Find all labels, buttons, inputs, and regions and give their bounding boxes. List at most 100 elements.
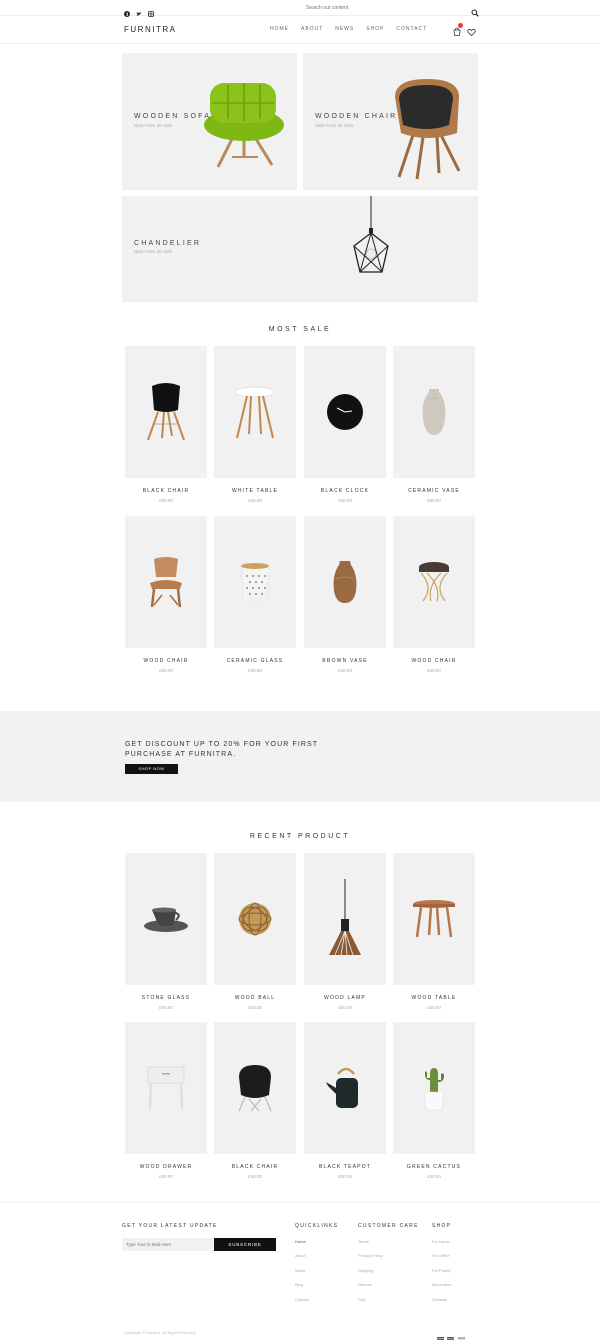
product-image[interactable] bbox=[125, 853, 207, 985]
product-card[interactable]: BLACK CHAIR £50.00 bbox=[125, 346, 207, 503]
banner-text: GET DISCOUNT UP TO 20% FOR YOUR FIRST PU… bbox=[125, 741, 319, 758]
product-image[interactable] bbox=[393, 1022, 475, 1154]
footer-link-for-home[interactable]: For Home bbox=[432, 1239, 450, 1244]
product-card[interactable]: WOOD CHAIR £50.00 bbox=[125, 516, 207, 673]
product-image[interactable] bbox=[304, 1022, 386, 1154]
nav-about[interactable]: ABOUT bbox=[301, 26, 323, 32]
search-icon[interactable] bbox=[471, 4, 479, 17]
product-card[interactable]: WOOD CHAIR £50.00 bbox=[393, 516, 475, 673]
teapot-icon bbox=[326, 1067, 358, 1108]
product-image[interactable] bbox=[125, 346, 207, 478]
product-card[interactable]: STONE GLASS £50.00 bbox=[125, 853, 207, 1010]
product-price: £50.00 bbox=[248, 1005, 262, 1010]
search-input[interactable] bbox=[306, 3, 456, 13]
product-name[interactable]: WHITE TABLE bbox=[214, 488, 296, 494]
product-card[interactable]: CERAMIC VASE £50.00 bbox=[393, 346, 475, 503]
nav-contact[interactable]: CONTACT bbox=[396, 26, 427, 32]
product-name[interactable]: BLACK TEAPOT bbox=[304, 1164, 386, 1170]
product-card[interactable]: WHITE TABLE £50.00 bbox=[214, 346, 296, 503]
product-card[interactable]: BROWN VASE £50.00 bbox=[304, 516, 386, 673]
footer-link-home[interactable]: Home bbox=[295, 1239, 306, 1244]
shop-now-button[interactable]: SHOP NOW bbox=[125, 764, 178, 774]
hero-wooden-sofa[interactable]: WOODEN SOFA Start From 40 USD bbox=[122, 53, 297, 190]
product-image[interactable] bbox=[214, 1022, 296, 1154]
product-name[interactable]: WOOD DRAWER bbox=[125, 1164, 207, 1170]
product-price: £50.00 bbox=[338, 668, 352, 673]
footer-link-news[interactable]: News bbox=[295, 1268, 305, 1273]
product-name[interactable]: BLACK CLOCK bbox=[304, 488, 386, 494]
main-nav: HOME ABOUT NEWS SHOP CONTACT bbox=[270, 26, 427, 32]
wood-table-icon bbox=[413, 900, 455, 938]
subscribe-button[interactable]: SUBSCRIBE bbox=[214, 1238, 276, 1251]
footer-link-for-family[interactable]: For Family bbox=[432, 1268, 451, 1273]
instagram-icon[interactable] bbox=[148, 4, 154, 17]
black-clock-icon bbox=[327, 394, 363, 430]
product-image[interactable] bbox=[393, 853, 475, 985]
product-image[interactable] bbox=[304, 516, 386, 648]
product-image[interactable] bbox=[393, 346, 475, 478]
footer-link-shipping[interactable]: Shipping bbox=[358, 1268, 374, 1273]
footer-link-returns[interactable]: Returns bbox=[358, 1282, 372, 1287]
product-image[interactable] bbox=[125, 1022, 207, 1154]
product-name[interactable]: CERAMIC VASE bbox=[393, 488, 475, 494]
footer-link-decoration[interactable]: Decoration bbox=[432, 1282, 451, 1287]
cactus-icon bbox=[423, 1068, 445, 1111]
facebook-icon[interactable] bbox=[124, 4, 130, 17]
product-name[interactable]: STONE GLASS bbox=[125, 995, 207, 1001]
product-image[interactable] bbox=[214, 346, 296, 478]
product-image[interactable] bbox=[393, 516, 475, 648]
product-image[interactable] bbox=[214, 853, 296, 985]
footer-link-faq[interactable]: FAQ bbox=[358, 1297, 366, 1302]
product-name[interactable]: WOOD LAMP bbox=[304, 995, 386, 1001]
footer-link-ceramic[interactable]: Ceramic bbox=[432, 1297, 447, 1302]
shop-title: SHOP bbox=[432, 1223, 452, 1229]
white-table-icon bbox=[234, 386, 276, 439]
product-card[interactable]: GREEN CACTUS £50.00 bbox=[393, 1022, 475, 1179]
product-name[interactable]: WOOD CHAIR bbox=[125, 658, 207, 664]
product-card[interactable]: WOOD LAMP £50.00 bbox=[304, 853, 386, 1010]
product-name[interactable]: BLACK CHAIR bbox=[214, 1164, 296, 1170]
footer-link-terms[interactable]: Terms bbox=[358, 1239, 369, 1244]
product-name[interactable]: BLACK CHAIR bbox=[125, 488, 207, 494]
nav-shop[interactable]: SHOP bbox=[366, 26, 384, 32]
product-card[interactable]: WOOD BALL £50.00 bbox=[214, 853, 296, 1010]
product-name[interactable]: WOOD TABLE bbox=[393, 995, 475, 1001]
product-card[interactable]: WOOD TABLE £50.00 bbox=[393, 853, 475, 1010]
logo[interactable]: FURNITRA bbox=[124, 25, 176, 34]
product-price: £50.00 bbox=[427, 668, 441, 673]
product-card[interactable]: WOOD DRAWER £50.00 bbox=[125, 1022, 207, 1179]
hero-wooden-chair[interactable]: WOODEN CHAIR Start From 40 USD bbox=[303, 53, 478, 190]
product-name[interactable]: WOOD CHAIR bbox=[393, 658, 475, 664]
hero-title: CHANDELIER bbox=[134, 240, 202, 247]
footer-link-blog[interactable]: Blog bbox=[295, 1282, 303, 1287]
product-card[interactable]: BLACK CHAIR £50.00 bbox=[214, 1022, 296, 1179]
email-field[interactable] bbox=[122, 1238, 214, 1251]
product-name[interactable]: WOOD BALL bbox=[214, 995, 296, 1001]
mastercard-icon bbox=[447, 1329, 454, 1340]
product-image[interactable] bbox=[125, 516, 207, 648]
footer-link-for-office[interactable]: For Office bbox=[432, 1253, 450, 1258]
footer-link-privacy[interactable]: Privacy Policy bbox=[358, 1253, 383, 1258]
product-name[interactable]: CERAMIC GLASS bbox=[214, 658, 296, 664]
product-name[interactable]: GREEN CACTUS bbox=[393, 1164, 475, 1170]
heart-icon[interactable] bbox=[467, 24, 476, 37]
wood-chair-icon bbox=[150, 557, 182, 608]
product-card[interactable]: BLACK CLOCK £50.00 bbox=[304, 346, 386, 503]
nav-news[interactable]: NEWS bbox=[335, 26, 354, 32]
product-card[interactable]: CERAMIC GLASS £50.00 bbox=[214, 516, 296, 673]
hero-chandelier[interactable]: CHANDELIER Start From 40 USD bbox=[122, 196, 478, 302]
twitter-icon[interactable] bbox=[136, 4, 142, 16]
quicklinks-title: QUICKLINKS bbox=[295, 1223, 339, 1229]
hero-subtitle: Start From 40 USD bbox=[315, 123, 354, 128]
product-price: £50.00 bbox=[338, 498, 352, 503]
product-price: £50.00 bbox=[248, 1174, 262, 1179]
product-card[interactable]: BLACK TEAPOT £50.00 bbox=[304, 1022, 386, 1179]
product-image[interactable] bbox=[214, 516, 296, 648]
hero-title: WOODEN CHAIR bbox=[315, 113, 398, 120]
product-image[interactable] bbox=[304, 853, 386, 985]
product-image[interactable] bbox=[304, 346, 386, 478]
nav-home[interactable]: HOME bbox=[270, 26, 289, 32]
footer-link-about[interactable]: About bbox=[295, 1253, 305, 1258]
footer-link-contact[interactable]: Contact bbox=[295, 1297, 309, 1302]
product-name[interactable]: BROWN VASE bbox=[304, 658, 386, 664]
